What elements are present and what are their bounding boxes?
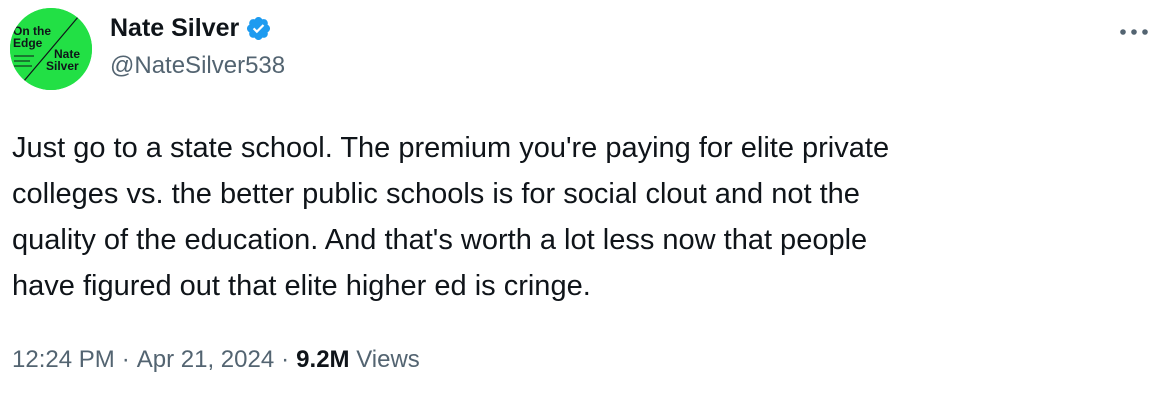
- verified-badge-icon[interactable]: [245, 15, 272, 42]
- tweet-text: Just go to a state school. The premium y…: [12, 125, 1122, 309]
- meta-separator-1: ·: [121, 346, 130, 373]
- avatar[interactable]: On the Edge Nate Silver: [10, 8, 92, 90]
- tweet-text-line-3: quality of the education. And that's wor…: [12, 224, 868, 256]
- views-label: Views: [356, 346, 420, 373]
- more-options-button[interactable]: [1116, 14, 1152, 50]
- author-name-row: Nate Silver: [110, 14, 272, 43]
- tweet-text-line-4: have figured out that elite higher ed is…: [12, 270, 591, 302]
- avatar-text-line-2: Edge: [13, 36, 43, 50]
- author-handle[interactable]: @NateSilver538: [110, 52, 285, 80]
- avatar-image: On the Edge Nate Silver: [10, 8, 92, 90]
- tweet-meta: 12:24 PM · Apr 21, 2024 · 9.2M Views: [12, 346, 420, 374]
- tweet-text-line-2: colleges vs. the better public schools i…: [12, 178, 860, 210]
- tweet-date[interactable]: Apr 21, 2024: [137, 346, 274, 374]
- tweet-text-line-1: Just go to a state school. The premium y…: [12, 132, 890, 164]
- views-group[interactable]: 9.2M Views: [296, 346, 420, 374]
- tweet-time[interactable]: 12:24 PM: [12, 346, 115, 374]
- views-count: 9.2M: [296, 346, 350, 373]
- author-display-name[interactable]: Nate Silver: [110, 14, 239, 43]
- more-icon: [1120, 29, 1148, 35]
- avatar-text-line-4: Silver: [46, 59, 79, 73]
- meta-separator-2: ·: [281, 346, 290, 373]
